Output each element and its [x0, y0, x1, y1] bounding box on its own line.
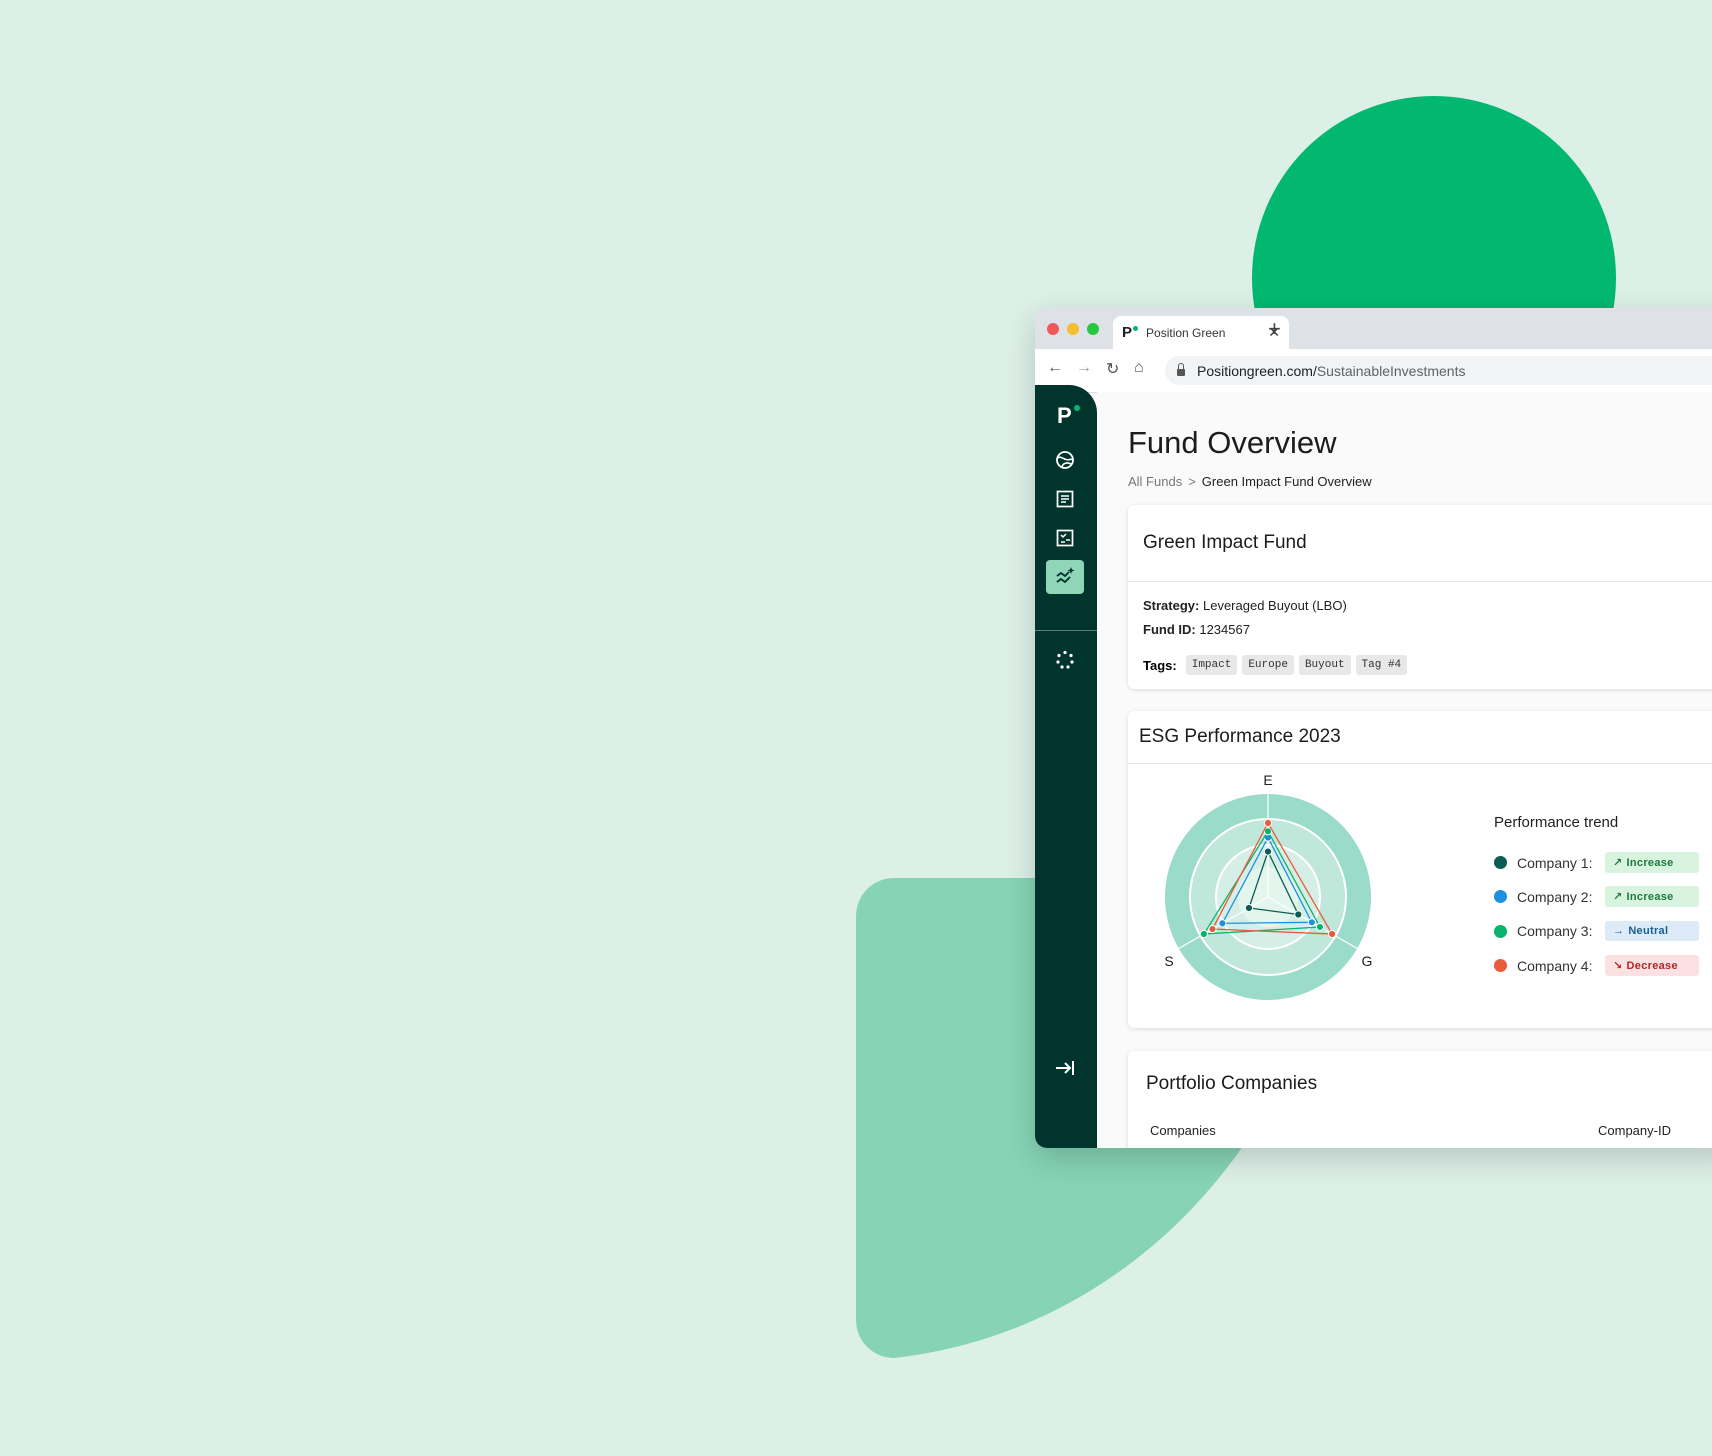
- collapse-arrow-icon[interactable]: [1046, 1051, 1084, 1085]
- legend-dot: [1494, 959, 1507, 972]
- favicon-logo: P: [1122, 324, 1139, 341]
- strategy-field: Strategy: Leveraged Buyout (LBO): [1143, 598, 1347, 613]
- url-field[interactable]: Positiongreen.com/ SustainableInvestment…: [1165, 356, 1712, 385]
- main-content: Fund Overview All Funds > Green Impact F…: [1097, 392, 1712, 1148]
- analytics-sparkle-icon[interactable]: [1046, 560, 1084, 594]
- legend-company-name: Company 2:: [1517, 888, 1593, 905]
- legend-item: Company 2: ↗ Increase: [1494, 886, 1699, 907]
- radar-point[interactable]: [1244, 903, 1254, 913]
- arrow-right-icon: →: [1613, 925, 1625, 937]
- trend-title: Performance trend: [1494, 814, 1619, 831]
- url-path: SustainableInvestments: [1316, 362, 1466, 379]
- window-maximize-dot[interactable]: [1087, 323, 1099, 335]
- strategy-value: Leveraged Buyout (LBO): [1202, 598, 1347, 613]
- trending-up-icon: ↗: [1613, 857, 1623, 869]
- legend-dot: [1494, 924, 1507, 938]
- lock-icon: [1177, 363, 1185, 376]
- legend-item: Company 3: → Neutral: [1494, 921, 1699, 941]
- trend-label: Neutral: [1628, 925, 1669, 937]
- fund-card: Green Impact Fund Strategy: Leveraged Bu…: [1128, 505, 1712, 689]
- sidebar-divider: [1035, 630, 1097, 631]
- esg-title: ESG Performance 2023: [1128, 711, 1712, 764]
- reload-icon[interactable]: ↻: [1106, 359, 1119, 379]
- sidebar: P: [1035, 385, 1097, 1148]
- portfolio-card: Portfolio Companies Companies Company-ID: [1128, 1051, 1712, 1148]
- app-logo[interactable]: P: [1057, 403, 1080, 429]
- tag-chip[interactable]: Tag #4: [1355, 655, 1408, 675]
- checklist-icon[interactable]: [1046, 521, 1084, 555]
- legend-dot: [1494, 890, 1507, 903]
- tag-chip[interactable]: Europe: [1242, 655, 1294, 675]
- fund-id-field: Fund ID: 1234567: [1143, 622, 1250, 637]
- trending-down-icon: ↘: [1613, 960, 1623, 972]
- esg-radar-chart: E S G: [1164, 772, 1373, 1000]
- document-icon[interactable]: [1046, 482, 1084, 516]
- esg-card: ESG Performance 2023 E S G Performance t…: [1128, 711, 1712, 1028]
- radar-point[interactable]: [1307, 918, 1316, 927]
- forward-icon[interactable]: →: [1076, 359, 1092, 377]
- legend-company-name: Company 1:: [1517, 854, 1593, 871]
- trend-label: Increase: [1626, 890, 1674, 903]
- radar-point[interactable]: [1263, 847, 1273, 856]
- legend-company-name: Company 4:: [1517, 957, 1593, 974]
- radar-point[interactable]: [1263, 818, 1273, 828]
- favicon-letter: P: [1122, 324, 1133, 341]
- window-minimize-dot[interactable]: [1067, 323, 1079, 335]
- trending-up-icon: ↗: [1613, 891, 1623, 903]
- browser-window: P Position Green ✕ + ← → ↻ ⌂ Positiongre…: [1035, 308, 1712, 1148]
- window-close-dot[interactable]: [1047, 323, 1059, 335]
- page-title: Fund Overview: [1128, 425, 1337, 460]
- fund-id-label: Fund ID:: [1143, 622, 1196, 637]
- loading-dots-icon[interactable]: [1046, 643, 1084, 677]
- axis-label-s: S: [1164, 953, 1173, 969]
- trend-label: Decrease: [1626, 959, 1678, 972]
- legend-item: Company 4: ↘ Decrease: [1494, 955, 1699, 976]
- legend-item: Company 1: ↗ Increase: [1494, 852, 1699, 873]
- app-logo-letter: P: [1057, 403, 1072, 428]
- axis-label-g: G: [1362, 953, 1373, 969]
- tag-chip[interactable]: Buyout: [1298, 655, 1351, 675]
- radar-point[interactable]: [1208, 924, 1217, 934]
- address-bar: ← → ↻ ⌂ Positiongreen.com/ SustainableIn…: [1035, 349, 1712, 393]
- breadcrumb-separator: >: [1188, 474, 1196, 489]
- fund-name: Green Impact Fund: [1128, 505, 1712, 582]
- trend-badge: ↗ Increase: [1605, 886, 1699, 907]
- radar-point[interactable]: [1315, 922, 1325, 932]
- strategy-label: Strategy:: [1143, 598, 1200, 613]
- tab-title: Position Green: [1146, 325, 1226, 340]
- tags-row: Tags: Impact Europe Buyout Tag #4: [1143, 655, 1408, 675]
- tags-label: Tags:: [1143, 657, 1177, 673]
- trend-badge: ↘ Decrease: [1605, 955, 1699, 976]
- column-header-company-id[interactable]: Company-ID: [1598, 1123, 1671, 1138]
- portfolio-title: Portfolio Companies: [1146, 1073, 1318, 1094]
- trend-label: Increase: [1626, 856, 1674, 869]
- column-header-companies[interactable]: Companies: [1150, 1123, 1216, 1138]
- home-icon[interactable]: ⌂: [1134, 359, 1144, 377]
- fund-id-value: 1234567: [1199, 622, 1250, 637]
- radar-point[interactable]: [1218, 919, 1227, 928]
- browser-tab[interactable]: P Position Green ✕: [1113, 316, 1289, 349]
- back-icon[interactable]: ←: [1047, 359, 1063, 377]
- legend-company-name: Company 3:: [1517, 923, 1593, 939]
- trend-badge: → Neutral: [1605, 921, 1699, 941]
- trend-badge: ↗ Increase: [1605, 852, 1699, 873]
- tag-chip[interactable]: Impact: [1185, 655, 1238, 675]
- breadcrumb-root[interactable]: All Funds: [1128, 474, 1182, 489]
- radar-point[interactable]: [1199, 929, 1209, 939]
- plus-icon[interactable]: +: [1268, 316, 1281, 342]
- radar-point[interactable]: [1294, 910, 1303, 919]
- breadcrumb: All Funds > Green Impact Fund Overview: [1128, 474, 1372, 489]
- legend-dot: [1494, 856, 1507, 869]
- globe-icon[interactable]: [1046, 443, 1084, 477]
- axis-label-e: E: [1263, 772, 1272, 788]
- breadcrumb-current: Green Impact Fund Overview: [1201, 474, 1372, 489]
- radar-point[interactable]: [1327, 929, 1337, 939]
- tab-bar: P Position Green ✕ +: [1035, 308, 1712, 349]
- url-host: Positiongreen.com/: [1197, 362, 1317, 379]
